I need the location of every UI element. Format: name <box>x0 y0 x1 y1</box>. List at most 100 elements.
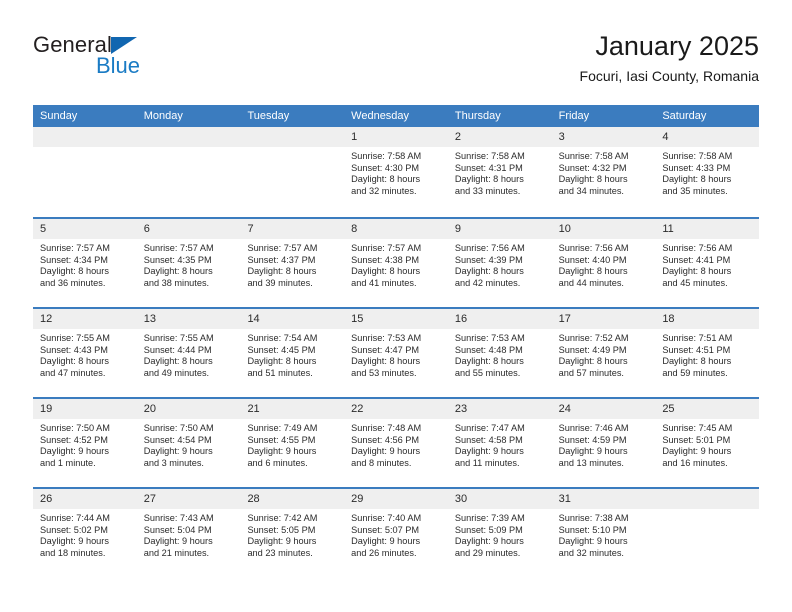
day-cell-13[interactable]: 13 Sunrise: 7:55 AM Sunset: 4:44 PM Dayligh… <box>136 309 241 397</box>
day-cell-10[interactable]: 10 Sunrise: 7:56 AM Sunset: 4:40 PM Dayligh… <box>551 219 656 307</box>
day-cell-16[interactable]: 16 Sunrise: 7:53 AM Sunset: 4:48 PM Dayligh… <box>447 309 552 397</box>
day-cell-20[interactable]: 20 Sunrise: 7:50 AM Sunset: 4:54 PM Dayligh… <box>136 399 241 487</box>
day-number-band: 20 <box>136 399 241 419</box>
sunrise-time: Sunrise: 7:42 AM <box>247 513 318 523</box>
day-number-band: 26 <box>33 489 137 509</box>
daylight-duration-line1: Daylight: 9 hours <box>40 536 109 547</box>
day-events: Sunrise: 7:50 AM Sunset: 4:54 PM Daylight:… <box>137 419 241 469</box>
day-events: Sunrise: 7:48 AM Sunset: 4:56 PM Daylight:… <box>344 419 448 469</box>
daylight-duration-line1: Daylight: 8 hours <box>351 174 421 185</box>
day-cell-22[interactable]: 22 Sunrise: 7:48 AM Sunset: 4:56 PM Dayligh… <box>344 399 448 487</box>
day-cell-12[interactable]: 12 Sunrise: 7:55 AM Sunset: 4:43 PM Dayligh… <box>33 309 137 397</box>
day-number-band: 29 <box>344 489 448 509</box>
sunset-time: Sunset: 4:41 PM <box>662 254 731 265</box>
sunset-time: Sunset: 5:09 PM <box>454 524 523 535</box>
day-cell-3[interactable]: 3 Sunrise: 7:58 AM Sunset: 4:32 PM Daylight… <box>551 127 656 217</box>
daylight-duration-line2: and 23 minutes. <box>247 547 313 558</box>
day-number-band: 7 <box>240 219 345 239</box>
sunset-time: Sunset: 4:38 PM <box>351 254 420 265</box>
day-number: 14 <box>247 313 260 325</box>
day-cell-15[interactable]: 15 Sunrise: 7:53 AM Sunset: 4:47 PM Dayligh… <box>344 309 448 397</box>
sunrise-time: Sunrise: 7:53 AM <box>454 333 525 343</box>
day-number-band: 4 <box>655 127 760 147</box>
day-events: Sunrise: 7:39 AM Sunset: 5:09 PM Daylight:… <box>448 509 552 559</box>
day-number: 6 <box>143 223 150 235</box>
day-cell-30[interactable]: 30 Sunrise: 7:39 AM Sunset: 5:09 PM Dayligh… <box>447 489 552 577</box>
daylight-duration-line1: Daylight: 8 hours <box>662 174 732 185</box>
sunset-time: Sunset: 4:54 PM <box>143 434 212 445</box>
day-cell-14[interactable]: 14 Sunrise: 7:54 AM Sunset: 4:45 PM Dayligh… <box>240 309 345 397</box>
day-number-band: 12 <box>33 309 137 329</box>
daylight-duration-line2: and 16 minutes. <box>662 457 728 468</box>
day-events: Sunrise: 7:57 AM Sunset: 4:38 PM Daylight:… <box>344 239 448 289</box>
day-cell-31[interactable]: 31 Sunrise: 7:38 AM Sunset: 5:10 PM Dayligh… <box>551 489 656 577</box>
weekday-header-friday: Friday <box>558 110 590 122</box>
sunrise-time: Sunrise: 7:51 AM <box>662 333 733 343</box>
daylight-duration-line1: Daylight: 9 hours <box>558 536 628 547</box>
day-events: Sunrise: 7:42 AM Sunset: 5:05 PM Daylight:… <box>240 509 344 559</box>
day-events: Sunrise: 7:56 AM Sunset: 4:40 PM Daylight:… <box>552 239 656 289</box>
sunset-time: Sunset: 4:49 PM <box>558 344 627 355</box>
sunrise-time: Sunrise: 7:46 AM <box>558 423 629 433</box>
sunrise-time: Sunrise: 7:45 AM <box>662 423 733 433</box>
day-cell-29[interactable]: 29 Sunrise: 7:40 AM Sunset: 5:07 PM Dayligh… <box>344 489 448 577</box>
day-cell-19[interactable]: 19 Sunrise: 7:50 AM Sunset: 4:52 PM Dayligh… <box>33 399 137 487</box>
day-number-band: 2 <box>447 127 552 147</box>
day-cell-7[interactable]: 7 Sunrise: 7:57 AM Sunset: 4:37 PM Daylight… <box>240 219 345 307</box>
calendar-grid: Sunday Monday Tuesday Wednesday Thursday Frid… <box>33 105 760 577</box>
daylight-duration-line2: and 11 minutes. <box>454 457 520 468</box>
day-cell-18[interactable]: 18 Sunrise: 7:51 AM Sunset: 4:51 PM Dayligh… <box>655 309 760 397</box>
day-events <box>655 509 759 513</box>
day-number: 28 <box>247 493 260 505</box>
sunset-time: Sunset: 4:33 PM <box>662 162 731 173</box>
day-cell-5[interactable]: 5 Sunrise: 7:57 AM Sunset: 4:34 PM Daylight… <box>33 219 137 307</box>
day-cell-6[interactable]: 6 Sunrise: 7:57 AM Sunset: 4:35 PM Daylight… <box>136 219 241 307</box>
sunset-time: Sunset: 5:10 PM <box>558 524 627 535</box>
day-events: Sunrise: 7:58 AM Sunset: 4:30 PM Daylight:… <box>344 147 448 197</box>
day-events: Sunrise: 7:40 AM Sunset: 5:07 PM Daylight:… <box>344 509 448 559</box>
daylight-duration-line1: Daylight: 9 hours <box>143 446 213 457</box>
day-number-band: 6 <box>136 219 241 239</box>
day-cell-9[interactable]: 9 Sunrise: 7:56 AM Sunset: 4:39 PM Daylight… <box>447 219 552 307</box>
weekday-header-tuesday: Tuesday <box>247 110 290 122</box>
day-cell-23[interactable]: 23 Sunrise: 7:47 AM Sunset: 4:58 PM Dayligh… <box>447 399 552 487</box>
day-cell-28[interactable]: 28 Sunrise: 7:42 AM Sunset: 5:05 PM Dayligh… <box>240 489 345 577</box>
day-cell-4[interactable]: 4 Sunrise: 7:58 AM Sunset: 4:33 PM Daylight… <box>655 127 760 217</box>
day-events: Sunrise: 7:53 AM Sunset: 4:47 PM Daylight:… <box>344 329 448 379</box>
daylight-duration-line1: Daylight: 8 hours <box>662 266 732 277</box>
day-cell-25[interactable]: 25 Sunrise: 7:45 AM Sunset: 5:01 PM Dayligh… <box>655 399 760 487</box>
daylight-duration-line1: Daylight: 9 hours <box>351 446 421 457</box>
daylight-duration-line1: Daylight: 9 hours <box>454 536 524 547</box>
sunset-time: Sunset: 4:45 PM <box>247 344 316 355</box>
day-cell-1[interactable]: 1 Sunrise: 7:58 AM Sunset: 4:30 PM Daylight… <box>344 127 448 217</box>
day-cell-26[interactable]: 26 Sunrise: 7:44 AM Sunset: 5:02 PM Dayligh… <box>33 489 137 577</box>
day-events: Sunrise: 7:38 AM Sunset: 5:10 PM Daylight:… <box>552 509 656 559</box>
day-cell-empty <box>136 127 241 217</box>
sunrise-time: Sunrise: 7:56 AM <box>662 243 733 253</box>
daylight-duration-line2: and 35 minutes. <box>662 185 728 196</box>
sunrise-time: Sunrise: 7:49 AM <box>247 423 318 433</box>
sunrise-time: Sunrise: 7:52 AM <box>558 333 629 343</box>
day-cell-17[interactable]: 17 Sunrise: 7:52 AM Sunset: 4:49 PM Dayligh… <box>551 309 656 397</box>
day-number: 30 <box>454 493 468 505</box>
day-cell-21[interactable]: 21 Sunrise: 7:49 AM Sunset: 4:55 PM Dayligh… <box>240 399 345 487</box>
sunrise-time: Sunrise: 7:50 AM <box>40 423 110 433</box>
general-blue-logo[interactable]: General Blue <box>33 32 283 92</box>
day-cell-11[interactable]: 11 Sunrise: 7:56 AM Sunset: 4:41 PM Dayligh… <box>655 219 760 307</box>
day-cell-24[interactable]: 24 Sunrise: 7:46 AM Sunset: 4:59 PM Dayligh… <box>551 399 656 487</box>
sunset-time: Sunset: 4:37 PM <box>247 254 316 265</box>
day-number: 2 <box>454 131 461 143</box>
day-cell-8[interactable]: 8 Sunrise: 7:57 AM Sunset: 4:38 PM Daylight… <box>344 219 448 307</box>
logo-triangle-icon <box>111 37 137 54</box>
daylight-duration-line2: and 57 minutes. <box>558 367 624 378</box>
sunset-time: Sunset: 4:59 PM <box>558 434 627 445</box>
logo-text-blue: Blue <box>96 53 141 78</box>
sunset-time: Sunset: 5:05 PM <box>247 524 316 535</box>
daylight-duration-line2: and 29 minutes. <box>454 547 521 558</box>
day-cell-2[interactable]: 2 Sunrise: 7:58 AM Sunset: 4:31 PM Daylight… <box>447 127 552 217</box>
day-events: Sunrise: 7:58 AM Sunset: 4:31 PM Daylight:… <box>448 147 552 197</box>
day-cell-27[interactable]: 27 Sunrise: 7:43 AM Sunset: 5:04 PM Dayligh… <box>136 489 241 577</box>
day-number: 10 <box>558 223 571 235</box>
sunrise-time: Sunrise: 7:48 AM <box>351 423 422 433</box>
sunset-time: Sunset: 4:51 PM <box>662 344 731 355</box>
